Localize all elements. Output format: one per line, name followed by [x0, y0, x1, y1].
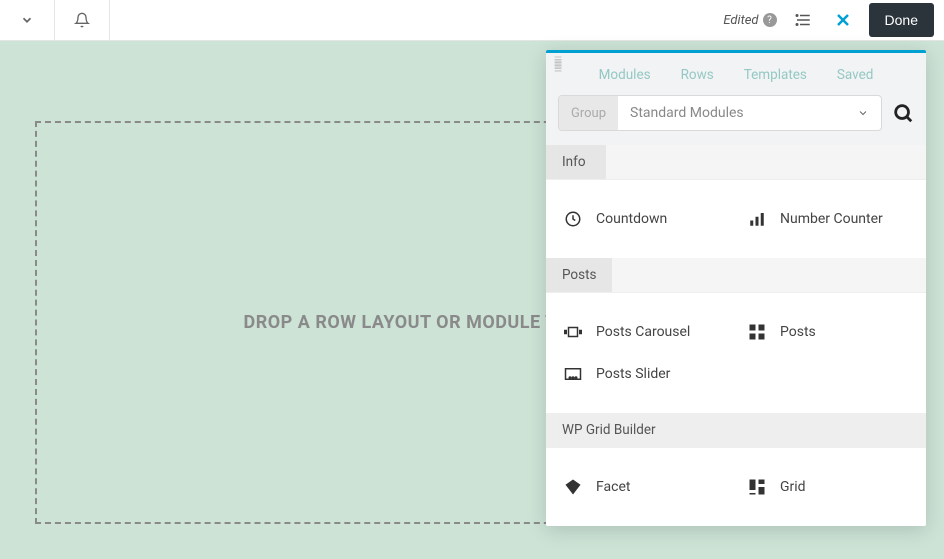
- diamond-icon: [564, 478, 582, 496]
- topbar-left: [0, 0, 110, 40]
- section-header-wpgrid: WP Grid Builder: [546, 413, 926, 448]
- topbar-right: Edited ? Done: [723, 3, 944, 37]
- module-label: Posts: [780, 324, 816, 340]
- edited-label: Edited: [723, 13, 758, 28]
- clock-icon: [564, 210, 582, 228]
- section-header-posts: Posts: [546, 258, 926, 293]
- panel-filter: Group Standard Modules: [546, 95, 926, 145]
- title-dropdown[interactable]: [0, 0, 55, 40]
- panel-content[interactable]: Info Countdown Number Counter Posts: [546, 145, 926, 526]
- panel-tabs: Modules Rows Templates Saved: [546, 53, 926, 95]
- module-grid-posts: Posts Carousel Posts Posts Slider: [546, 293, 926, 413]
- outline-icon: [794, 11, 812, 29]
- module-label: Posts Slider: [596, 366, 670, 382]
- outline-button[interactable]: [789, 6, 817, 34]
- help-icon[interactable]: ?: [763, 13, 777, 27]
- tab-templates[interactable]: Templates: [744, 67, 807, 83]
- grid-icon: [748, 323, 766, 341]
- chevron-down-icon: [845, 107, 881, 119]
- module-posts[interactable]: Posts: [736, 311, 920, 353]
- tab-modules[interactable]: Modules: [599, 67, 651, 83]
- module-label: Number Counter: [780, 211, 883, 227]
- search-button[interactable]: [892, 102, 914, 124]
- drag-handle[interactable]: ≡≡≡≡: [554, 59, 563, 71]
- tab-rows[interactable]: Rows: [681, 67, 714, 83]
- content-panel: ≡≡≡≡ Modules Rows Templates Saved Group …: [546, 50, 926, 526]
- module-facet[interactable]: Facet: [552, 466, 736, 508]
- module-label: Facet: [596, 479, 630, 495]
- carousel-icon: [564, 323, 582, 341]
- notifications-button[interactable]: [55, 0, 110, 40]
- tab-saved[interactable]: Saved: [837, 67, 874, 83]
- chevron-down-icon: [20, 13, 34, 27]
- close-icon: [833, 10, 853, 30]
- close-panel-button[interactable]: [829, 6, 857, 34]
- module-posts-slider[interactable]: Posts Slider: [552, 353, 736, 395]
- bell-icon: [74, 12, 90, 28]
- slider-icon: [564, 365, 582, 383]
- edited-status: Edited ?: [723, 13, 776, 28]
- group-label: Group: [559, 96, 618, 130]
- grid2-icon: [748, 478, 766, 496]
- select-value: Standard Modules: [618, 105, 845, 121]
- bars-icon: [748, 210, 766, 228]
- module-grid[interactable]: Grid: [736, 466, 920, 508]
- module-grid-wpgrid: Facet Grid: [546, 448, 926, 526]
- done-button[interactable]: Done: [869, 3, 934, 37]
- search-icon: [892, 102, 914, 124]
- module-label: Countdown: [596, 211, 667, 227]
- module-label: Grid: [780, 479, 806, 495]
- section-header-info: Info: [546, 145, 926, 180]
- module-number-counter[interactable]: Number Counter: [736, 198, 920, 240]
- topbar: Edited ? Done: [0, 0, 944, 41]
- module-label: Posts Carousel: [596, 324, 690, 340]
- module-grid-info: Countdown Number Counter: [546, 180, 926, 258]
- module-countdown[interactable]: Countdown: [552, 198, 736, 240]
- module-posts-carousel[interactable]: Posts Carousel: [552, 311, 736, 353]
- group-select[interactable]: Group Standard Modules: [558, 95, 882, 131]
